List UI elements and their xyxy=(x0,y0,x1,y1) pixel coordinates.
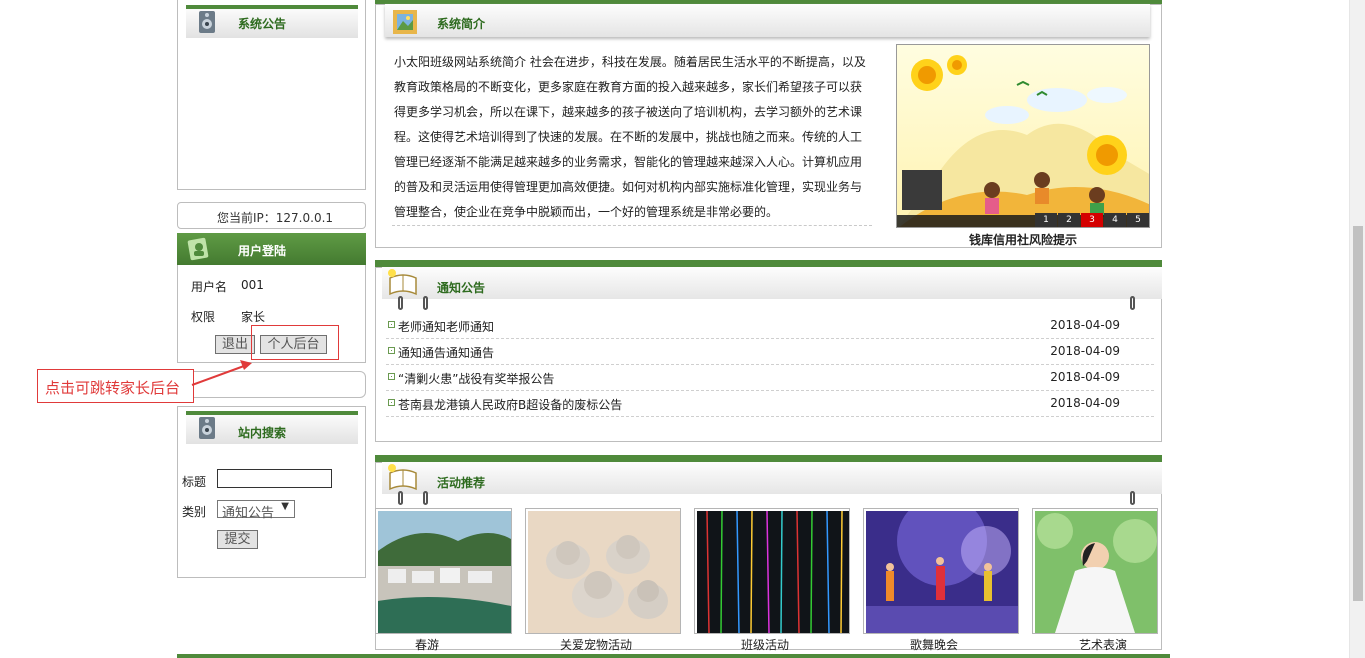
activity-caption[interactable]: 艺术表演 xyxy=(1032,636,1174,653)
annotation-highlight-box xyxy=(251,325,339,360)
search-category-select[interactable]: 通知公告 ▼ xyxy=(217,500,295,521)
slide-page-4[interactable]: 4 xyxy=(1104,213,1126,227)
intro-line: 程。这使得艺术培训得到了快速的发展。在不断的发展中，挑战也随之而来。传统的人工 xyxy=(394,130,863,144)
intro-line: 管理整合，使企业在竞争中脱颖而出，一个好的管理系统是非常必要的。 xyxy=(394,205,779,219)
activity-caption[interactable]: 歌舞晚会 xyxy=(863,636,1005,653)
notices-top-bar xyxy=(375,260,1162,267)
notice-item[interactable]: 老师通知老师通知 2018-04-09 xyxy=(386,313,1154,339)
username-label: 用户名 xyxy=(191,280,228,294)
intro-text-divider xyxy=(392,225,872,226)
activities-header: 活动推荐 xyxy=(382,462,1162,494)
notice-item[interactable]: 通知通告通知通告 2018-04-09 xyxy=(386,339,1154,365)
notice-title[interactable]: 苍南县龙港镇人民政府B超设备的废标公告 xyxy=(398,396,622,413)
search-submit-button[interactable]: 提交 xyxy=(217,530,258,549)
login-header: 用户登陆 xyxy=(177,233,366,265)
paperclip-icon xyxy=(423,491,428,505)
paperclip-icon xyxy=(398,491,403,505)
intro-line: 管理已经逐渐不能满足越来越多的业务需求，智能化的管理越来越深入人心。计算机应用 xyxy=(394,155,863,169)
search-category-value: 通知公告 xyxy=(222,506,275,521)
login-title: 用户登陆 xyxy=(238,244,287,258)
announcement-title: 系统公告 xyxy=(238,17,287,31)
search-title: 站内搜索 xyxy=(238,426,287,440)
notice-title[interactable]: 通知通告通知通告 xyxy=(398,344,494,361)
bullet-icon xyxy=(388,373,395,380)
intro-header: 系统简介 xyxy=(385,4,1150,37)
dance-party-photo xyxy=(866,511,1018,633)
bullet-icon xyxy=(388,399,395,406)
intro-text: 小太阳班级网站系统简介 社会在进步，科技在发展。随着居民生活水平的不断提高，以及… xyxy=(394,50,874,225)
notices-title: 通知公告 xyxy=(437,281,486,295)
activity-thumbnail[interactable] xyxy=(694,508,850,634)
slide-page-3[interactable]: 3 xyxy=(1081,213,1103,227)
activity-caption[interactable]: 班级活动 xyxy=(694,636,836,653)
activity-thumbnail[interactable] xyxy=(863,508,1019,634)
bullet-icon xyxy=(388,321,395,328)
notices-header: 通知公告 xyxy=(382,267,1162,299)
slide-page-2[interactable]: 2 xyxy=(1058,213,1080,227)
activity-caption[interactable]: 春游 xyxy=(375,636,479,653)
intro-line: 得更多学习机会，所以在课下，越来越多的孩子被送向了培训机构，去学习额外的艺术课 xyxy=(394,105,863,119)
logout-button[interactable]: 退出 xyxy=(215,335,255,354)
art-performance-photo xyxy=(1035,511,1157,633)
notice-item[interactable]: 苍南县龙港镇人民政府B超设备的废标公告 2018-04-09 xyxy=(386,391,1154,417)
intro-line: 小太阳班级网站系统简介 社会在进步，科技在发展。随着居民生活水平的不断提高，以及 xyxy=(394,55,866,69)
search-header: 站内搜索 xyxy=(186,411,358,444)
slide-page-1[interactable]: 1 xyxy=(1035,213,1057,227)
intro-line: 的普及和灵活运用使得管理更加高效便捷。如何对机构内部实施标准化管理，实现业务与 xyxy=(394,180,863,194)
page-scrollbar[interactable] xyxy=(1349,0,1365,658)
paperclip-icon xyxy=(1130,491,1135,505)
activity-thumbnail[interactable] xyxy=(375,508,512,634)
notice-date: 2018-04-09 xyxy=(1050,370,1120,384)
search-title-label: 标题 xyxy=(182,475,207,489)
slideshow-caption[interactable]: 钱库信用社风险提示 xyxy=(896,231,1150,248)
scrollbar-thumb[interactable] xyxy=(1353,226,1363,601)
activity-caption[interactable]: 关爱宠物活动 xyxy=(525,636,667,653)
paperclip-icon xyxy=(1130,296,1135,310)
bullet-icon xyxy=(388,347,395,354)
slideshow[interactable]: 1 2 3 4 5 xyxy=(896,44,1150,228)
notice-date: 2018-04-09 xyxy=(1050,318,1120,332)
activity-thumbnail[interactable] xyxy=(525,508,681,634)
notice-title[interactable]: “清剿火患”战役有奖举报公告 xyxy=(398,370,554,387)
user-icon xyxy=(186,236,212,262)
paperclip-icon xyxy=(398,296,403,310)
activity-thumbnail[interactable] xyxy=(1032,508,1158,634)
search-title-input[interactable] xyxy=(217,469,332,488)
notice-title[interactable]: 老师通知老师通知 xyxy=(398,318,494,335)
intro-line: 教育政策格局的不断变化，更多家庭在教育方面的投入越来越多，家长们希望孩子可以获 xyxy=(394,80,863,94)
annotation-callout: 点击可跳转家长后台 xyxy=(37,369,194,403)
activities-top-bar xyxy=(375,455,1162,462)
announcement-header: 系统公告 xyxy=(186,5,358,38)
spring-outing-photo xyxy=(378,511,511,633)
username-value: 001 xyxy=(241,278,264,292)
notice-date: 2018-04-09 xyxy=(1050,396,1120,410)
slideshow-pagination: 1 2 3 4 5 xyxy=(1034,213,1149,227)
slideshow-image xyxy=(897,45,1149,227)
book-icon xyxy=(386,268,420,296)
notice-item[interactable]: “清剿火患”战役有奖举报公告 2018-04-09 xyxy=(386,365,1154,391)
lights-photo xyxy=(697,511,849,633)
role-value: 家长 xyxy=(241,310,266,324)
activities-title: 活动推荐 xyxy=(437,476,486,490)
annotation-text: 点击可跳转家长后台 xyxy=(45,379,181,397)
slide-page-5[interactable]: 5 xyxy=(1127,213,1149,227)
notice-date: 2018-04-09 xyxy=(1050,344,1120,358)
dropdown-arrow-icon: ▼ xyxy=(281,501,289,512)
paperclip-icon xyxy=(423,296,428,310)
ip-bar: 您当前IP：127.0.0.1 xyxy=(177,202,366,229)
intro-title: 系统简介 xyxy=(437,17,486,31)
footer-bar xyxy=(177,654,1170,658)
speaker-icon xyxy=(196,9,218,35)
role-label: 权限 xyxy=(191,310,216,324)
speaker-icon xyxy=(196,415,218,441)
photo-frame-icon xyxy=(391,6,421,36)
book-icon xyxy=(386,463,420,491)
search-category-label: 类别 xyxy=(182,505,207,519)
ip-text: 您当前IP：127.0.0.1 xyxy=(217,211,334,225)
kittens-photo xyxy=(528,511,680,633)
annotation-arrow xyxy=(191,360,252,386)
